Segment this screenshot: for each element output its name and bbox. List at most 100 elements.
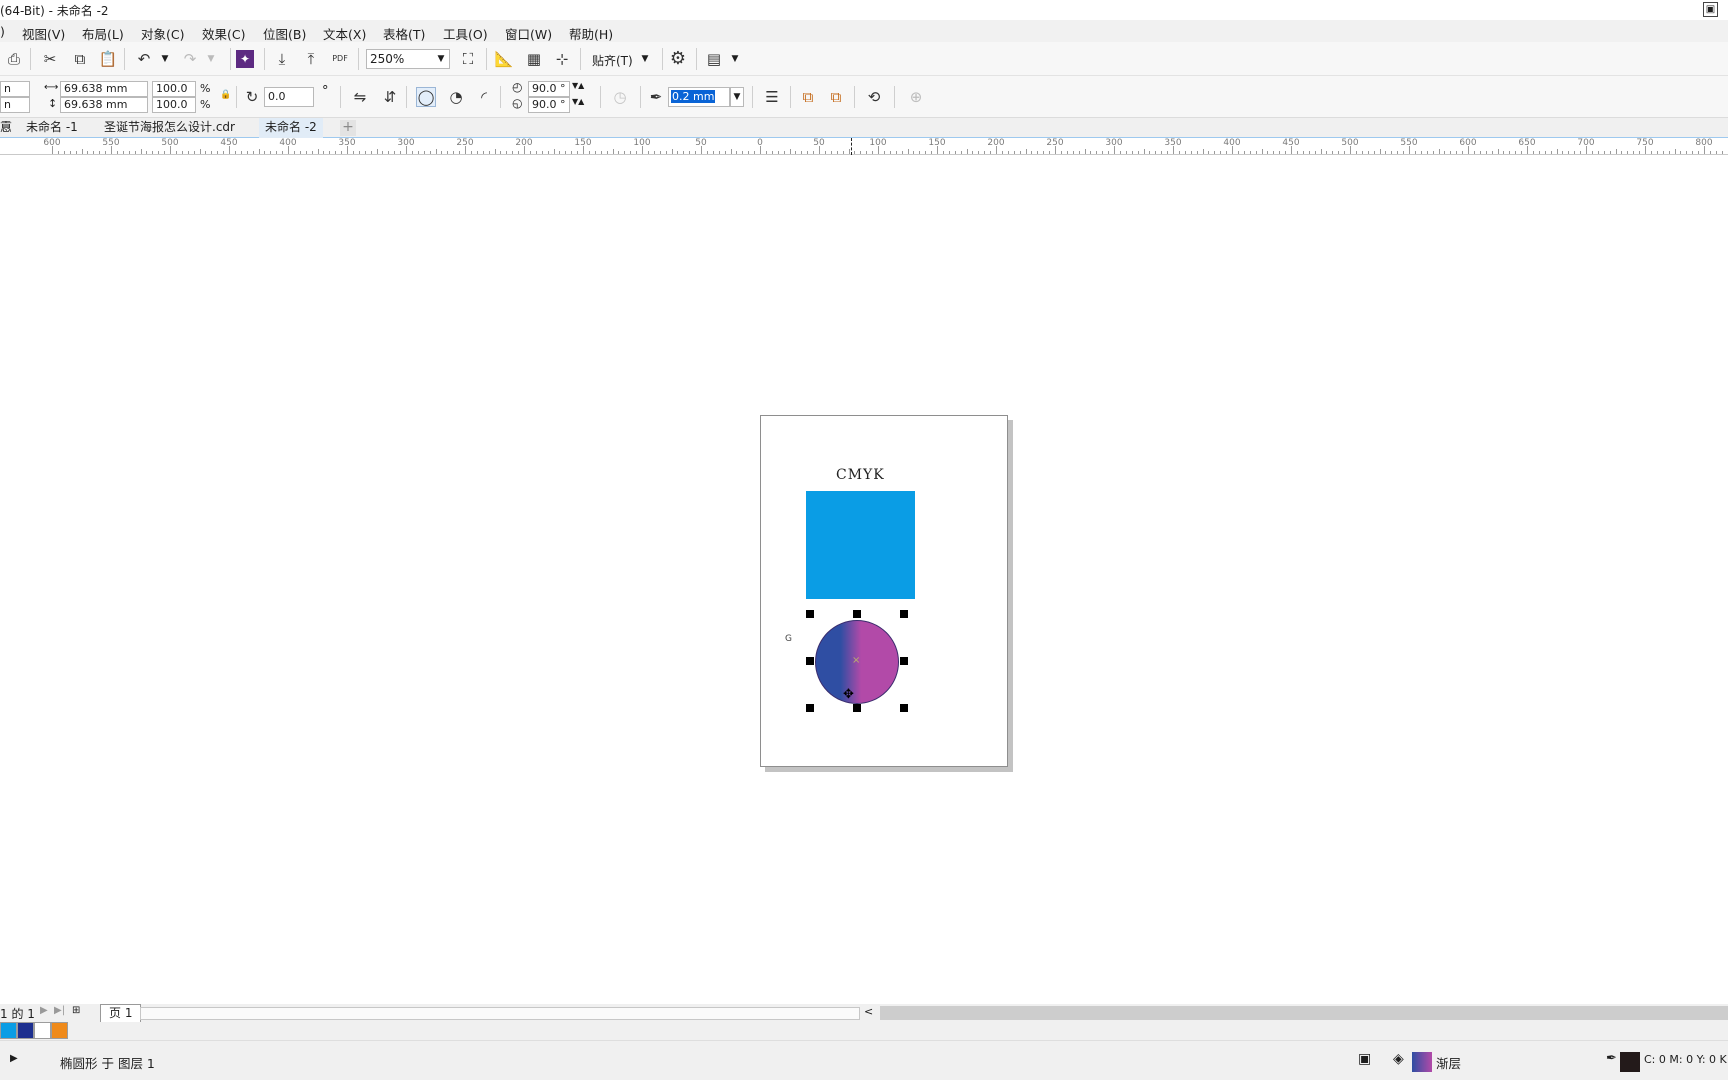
show-guidelines-icon[interactable]: ⊹ xyxy=(552,49,572,69)
start-angle-field[interactable]: 90.0 ° xyxy=(528,81,570,97)
to-back-icon[interactable]: ⧉ xyxy=(826,87,846,107)
tab-untitled-1[interactable]: 未命名 -1 xyxy=(20,118,84,138)
cut-icon[interactable]: ✂ xyxy=(40,49,60,69)
menu-item-window[interactable]: 窗口(W) xyxy=(505,24,552,43)
menu-item-layout[interactable]: 布局(L) xyxy=(82,24,124,43)
export-icon[interactable]: ⤒ xyxy=(301,49,321,69)
selection-handle-bottom[interactable] xyxy=(853,704,861,712)
ellipse-mode-icon[interactable]: ◯ xyxy=(416,87,436,107)
menu-item-tools[interactable]: 工具(O) xyxy=(443,24,488,43)
expand-status-icon[interactable]: ▶ xyxy=(10,1053,18,1064)
start-angle-spinner-icon[interactable]: ▼▲ xyxy=(572,81,584,90)
copy-icon[interactable]: ⧉ xyxy=(70,49,90,69)
restore-window-icon[interactable]: ▣ xyxy=(1703,2,1718,17)
redo-icon[interactable]: ↷ xyxy=(180,49,200,69)
ruler-tick xyxy=(1473,151,1475,154)
selection-handle-right[interactable] xyxy=(900,657,908,665)
change-direction-icon[interactable]: ◷ xyxy=(610,87,630,107)
scale-width-field[interactable]: 100.0 xyxy=(152,81,196,97)
fill-bucket-icon[interactable]: ◈ xyxy=(1393,1051,1404,1067)
outline-width-field[interactable]: 0.2 mm xyxy=(668,87,730,107)
menu-item-table[interactable]: 表格(T) xyxy=(383,24,425,43)
selection-handle-left[interactable] xyxy=(806,657,814,665)
menu-item-view[interactable]: 视图(V) xyxy=(22,24,65,43)
mirror-vertical-icon[interactable]: ⇵ xyxy=(380,87,400,107)
application-launcher-icon[interactable]: ▤ xyxy=(704,49,724,69)
palette-swatch-orange[interactable] xyxy=(51,1022,68,1039)
search-content-icon[interactable]: ✦ xyxy=(236,50,254,68)
last-page-icon[interactable]: ▶| xyxy=(54,1005,65,1016)
add-tab-icon[interactable]: + xyxy=(340,120,356,136)
cmyk-text-object[interactable]: CMYK xyxy=(836,467,885,483)
arc-mode-icon[interactable]: ◜ xyxy=(474,87,494,107)
ruler-tick xyxy=(1633,151,1635,154)
lock-ratio-icon[interactable]: 🔒 xyxy=(220,90,231,100)
snap-to-button[interactable]: 贴齐(T) xyxy=(592,52,633,69)
quick-customize-icon[interactable]: ⊕ xyxy=(906,87,926,107)
palette-swatch-cyan[interactable] xyxy=(0,1022,17,1039)
palette-swatch-white[interactable] xyxy=(34,1022,51,1039)
scroll-left-icon[interactable]: < xyxy=(864,1005,873,1018)
snap-dropdown-icon[interactable]: ▼ xyxy=(638,49,652,69)
ruler-tick xyxy=(1261,149,1263,154)
x-position-field[interactable]: n xyxy=(0,81,30,97)
convert-to-curves-icon[interactable]: ⟲ xyxy=(864,87,884,107)
outline-color-swatch[interactable] xyxy=(1620,1052,1640,1072)
ruler-tick xyxy=(482,151,484,154)
end-angle-spinner-icon[interactable]: ▼▲ xyxy=(572,97,584,106)
add-page-icon[interactable]: ⊞ xyxy=(72,1005,80,1016)
undo-icon[interactable]: ↶ xyxy=(134,49,154,69)
blue-square-object[interactable] xyxy=(806,491,915,599)
y-position-field[interactable]: n xyxy=(0,97,30,113)
mirror-horizontal-icon[interactable]: ⇋ xyxy=(350,87,370,107)
selection-handle-top-right[interactable] xyxy=(900,610,908,618)
percent-label: % xyxy=(200,98,211,111)
options-gear-icon[interactable]: ⚙ xyxy=(668,48,688,69)
next-page-icon[interactable]: ▶ xyxy=(40,1005,48,1016)
tab-partial[interactable]: 慐 xyxy=(0,118,18,138)
selection-handle-top-left[interactable] xyxy=(806,610,814,618)
rotation-angle-field[interactable]: 0.0 xyxy=(264,87,314,107)
drawing-canvas[interactable]: CMYK × G ✥ xyxy=(0,155,1728,1004)
fill-gradient-swatch[interactable] xyxy=(1412,1052,1432,1072)
rotation-center-icon[interactable]: × xyxy=(852,655,860,666)
selection-handle-bottom-left[interactable] xyxy=(806,704,814,712)
tab-christmas-poster[interactable]: 圣诞节海报怎么设计.cdr xyxy=(98,118,241,138)
ruler-tick xyxy=(1361,151,1363,154)
show-grid-icon[interactable]: ▦ xyxy=(524,49,544,69)
menu-item-text[interactable]: 文本(X) xyxy=(323,24,366,43)
wrap-text-icon[interactable]: ☰ xyxy=(762,87,782,107)
scale-height-field[interactable]: 100.0 xyxy=(152,97,196,113)
paste-icon[interactable]: 📋 xyxy=(98,49,118,69)
ruler-tick xyxy=(1527,146,1528,154)
horizontal-scrollbar[interactable] xyxy=(880,1006,1728,1020)
undo-dropdown-icon[interactable]: ▼ xyxy=(158,49,172,69)
to-front-icon[interactable]: ⧉ xyxy=(798,87,818,107)
pie-mode-icon[interactable]: ◔ xyxy=(446,87,466,107)
menu-item-effects[interactable]: 效果(C) xyxy=(202,24,245,43)
show-rulers-icon[interactable]: 📐 xyxy=(494,49,514,69)
zoom-to-page-icon[interactable]: ⛶ xyxy=(458,49,478,69)
selection-handle-bottom-right[interactable] xyxy=(900,704,908,712)
print-icon[interactable]: ⎙ xyxy=(4,49,24,69)
width-field[interactable]: 69.638 mm xyxy=(60,81,148,97)
tab-untitled-2[interactable]: 未命名 -2 xyxy=(259,118,323,138)
import-icon[interactable]: ⤓ xyxy=(272,49,292,69)
selection-handle-top[interactable] xyxy=(853,610,861,618)
palette-swatch-navy[interactable] xyxy=(17,1022,34,1039)
menu-item-help[interactable]: 帮助(H) xyxy=(569,24,613,43)
page-tab-1[interactable]: 页 1 xyxy=(100,1004,142,1022)
zoom-dropdown-icon[interactable]: ▼ xyxy=(434,49,448,69)
redo-dropdown-icon[interactable]: ▼ xyxy=(204,49,218,69)
launcher-dropdown-icon[interactable]: ▼ xyxy=(728,49,742,69)
end-angle-field[interactable]: 90.0 ° xyxy=(528,97,570,113)
outline-pen-icon[interactable]: ✒ xyxy=(1606,1051,1617,1066)
outline-width-dropdown-icon[interactable]: ▼ xyxy=(730,87,744,107)
menu-item-object[interactable]: 对象(C) xyxy=(141,24,184,43)
menu-item-partial[interactable]: ) xyxy=(0,24,5,39)
publish-pdf-icon[interactable]: PDF xyxy=(330,48,350,68)
height-field[interactable]: 69.638 mm xyxy=(60,97,148,113)
ruler-tick xyxy=(335,151,337,154)
color-proof-icon[interactable]: ▣ xyxy=(1358,1051,1371,1067)
menu-item-bitmaps[interactable]: 位图(B) xyxy=(263,24,306,43)
